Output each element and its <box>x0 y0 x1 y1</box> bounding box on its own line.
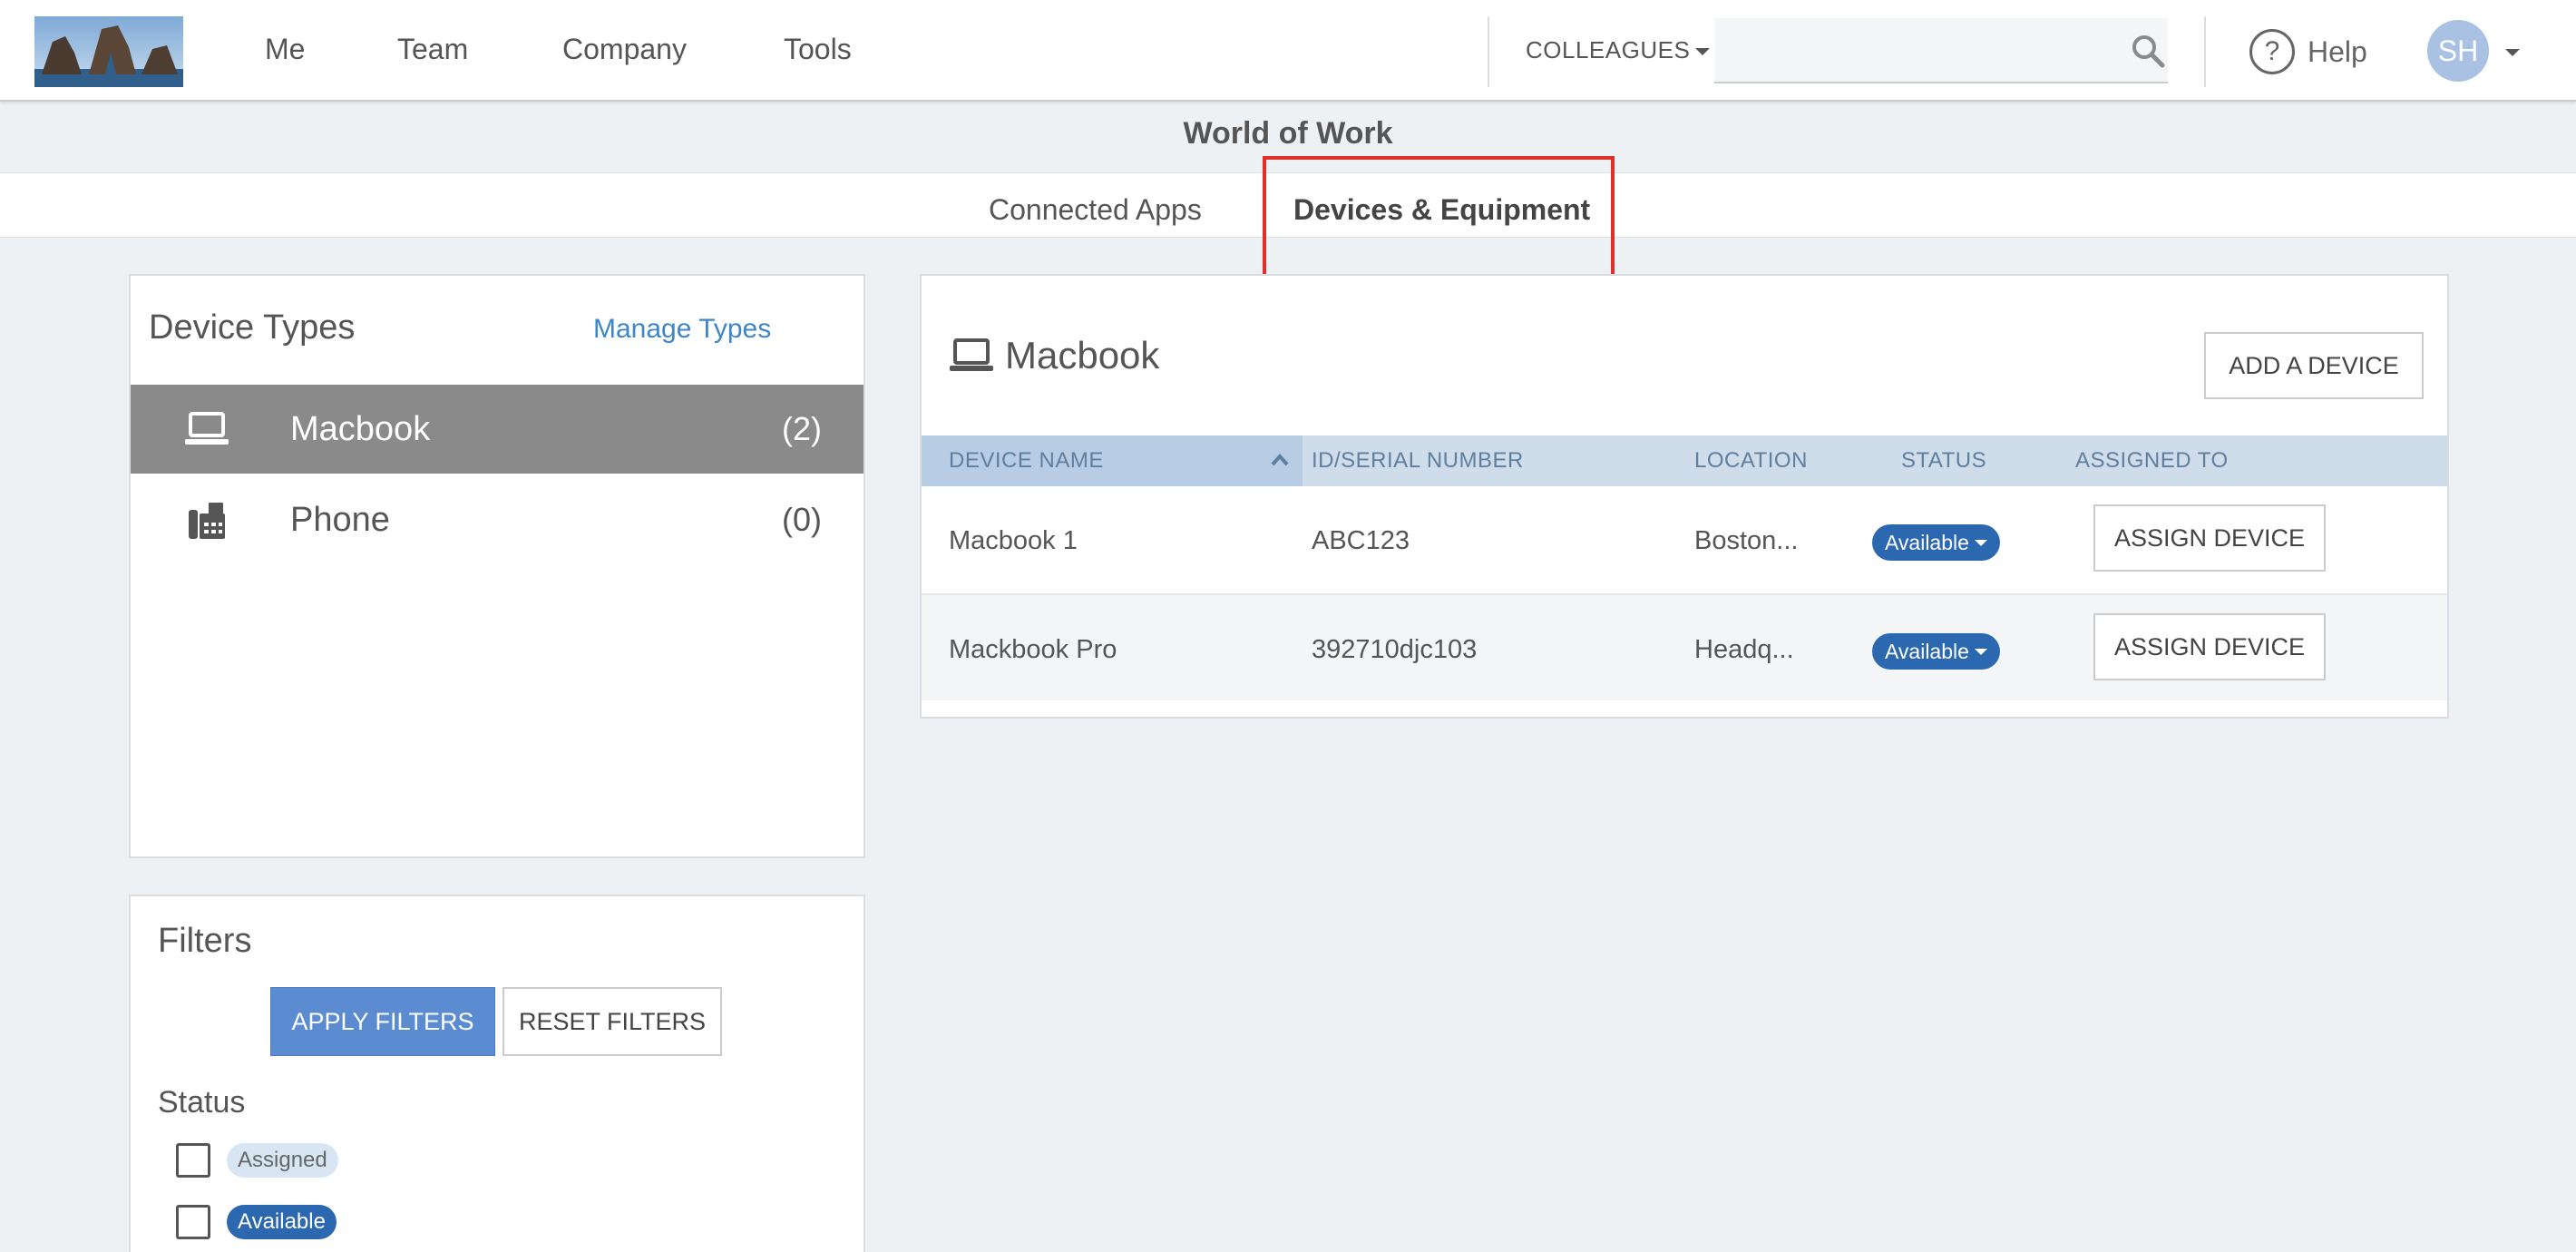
serial-cell: 392710djc103 <box>1312 635 1478 664</box>
help-label: Help <box>2308 34 2367 68</box>
apply-filters-button[interactable]: APPLY FILTERS <box>270 987 495 1056</box>
assigned-checkbox[interactable] <box>176 1143 210 1178</box>
device-type-name: Phone <box>290 501 390 539</box>
column-location[interactable]: LOCATION <box>1694 448 1808 474</box>
device-name-cell: Macbook 1 <box>949 526 1078 555</box>
tab-devices-equipment[interactable]: Devices & Equipment <box>1293 193 1590 227</box>
column-device-name[interactable]: DEVICE NAME <box>949 448 1104 474</box>
status-dropdown[interactable]: Available <box>1872 524 2000 561</box>
status-dropdown[interactable]: Available <box>1872 633 2000 670</box>
tab-connected-apps[interactable]: Connected Apps <box>989 193 1202 227</box>
tab-bar: Connected Apps Devices & Equipment <box>0 172 2576 238</box>
location-cell: Headq... <box>1694 635 1794 664</box>
status-label: Available <box>1885 639 1969 663</box>
user-avatar[interactable]: SH <box>2427 20 2489 82</box>
table-row: Macbook 1 ABC123 Boston... Available ASS… <box>922 486 2447 593</box>
device-type-count: (2) <box>782 410 822 447</box>
company-logo[interactable] <box>34 16 183 87</box>
user-menu-chevron-icon[interactable] <box>2505 49 2520 56</box>
top-navbar: Me Team Company Tools COLLEAGUES ? Help … <box>0 0 2576 102</box>
add-device-button[interactable]: ADD A DEVICE <box>2204 332 2424 399</box>
device-type-phone[interactable]: Phone (0) <box>131 475 864 564</box>
status-label: Available <box>1885 530 1969 554</box>
column-status[interactable]: STATUS <box>1901 448 1986 474</box>
colleagues-dropdown[interactable]: COLLEAGUES <box>1526 36 1711 64</box>
page-title: World of Work <box>1183 116 1393 151</box>
help-icon: ? <box>2249 29 2295 74</box>
search-icon[interactable] <box>2130 33 2166 69</box>
status-filter-label: Status <box>158 1085 246 1120</box>
location-cell: Boston... <box>1694 526 1799 555</box>
device-type-heading: Macbook <box>1005 334 1160 377</box>
device-name-cell: Mackbook Pro <box>949 635 1117 664</box>
device-type-macbook[interactable]: Macbook (2) <box>131 385 864 474</box>
search-input[interactable] <box>1714 18 2168 83</box>
devices-panel: Macbook ADD A DEVICE DEVICE NAME ID/SERI… <box>920 274 2449 719</box>
chevron-down-icon <box>1974 648 1987 655</box>
phone-icon <box>189 503 225 539</box>
table-row: Mackbook Pro 392710djc103 Headq... Avail… <box>922 593 2447 700</box>
assign-device-button[interactable]: ASSIGN DEVICE <box>2093 504 2326 572</box>
device-type-count: (0) <box>782 501 822 538</box>
filters-title: Filters <box>158 922 252 960</box>
sort-ascending-icon <box>1271 453 1289 466</box>
device-types-title: Device Types <box>149 308 356 347</box>
nav-me[interactable]: Me <box>265 33 305 66</box>
table-header: DEVICE NAME ID/SERIAL NUMBER LOCATION ST… <box>922 435 2447 486</box>
colleagues-label: COLLEAGUES <box>1526 36 1691 64</box>
assign-device-button[interactable]: ASSIGN DEVICE <box>2093 613 2326 680</box>
assigned-pill: Assigned <box>227 1143 338 1178</box>
available-checkbox[interactable] <box>176 1205 210 1239</box>
help-button[interactable]: ? Help <box>2249 27 2367 76</box>
device-type-name: Macbook <box>290 410 431 448</box>
chevron-down-icon <box>1974 539 1987 546</box>
chevron-down-icon <box>1695 48 1711 56</box>
reset-filters-button[interactable]: RESET FILTERS <box>503 987 722 1056</box>
manage-types-link[interactable]: Manage Types <box>593 314 771 345</box>
device-types-panel: Device Types Manage Types Macbook (2) Ph… <box>129 274 865 858</box>
nav-divider <box>2204 16 2206 87</box>
nav-tools[interactable]: Tools <box>784 33 852 66</box>
filters-panel: Filters APPLY FILTERS RESET FILTERS Stat… <box>129 895 865 1252</box>
laptop-icon <box>950 338 993 371</box>
column-serial-number[interactable]: ID/SERIAL NUMBER <box>1312 448 1524 474</box>
nav-divider <box>1488 16 1489 87</box>
serial-cell: ABC123 <box>1312 526 1410 555</box>
nav-team[interactable]: Team <box>397 33 468 66</box>
filter-option-available: Available <box>176 1205 337 1239</box>
column-assigned-to[interactable]: ASSIGNED TO <box>2075 448 2229 474</box>
nav-company[interactable]: Company <box>562 33 687 66</box>
filter-option-assigned: Assigned <box>176 1143 338 1178</box>
available-pill: Available <box>227 1205 337 1239</box>
laptop-icon <box>185 412 229 445</box>
